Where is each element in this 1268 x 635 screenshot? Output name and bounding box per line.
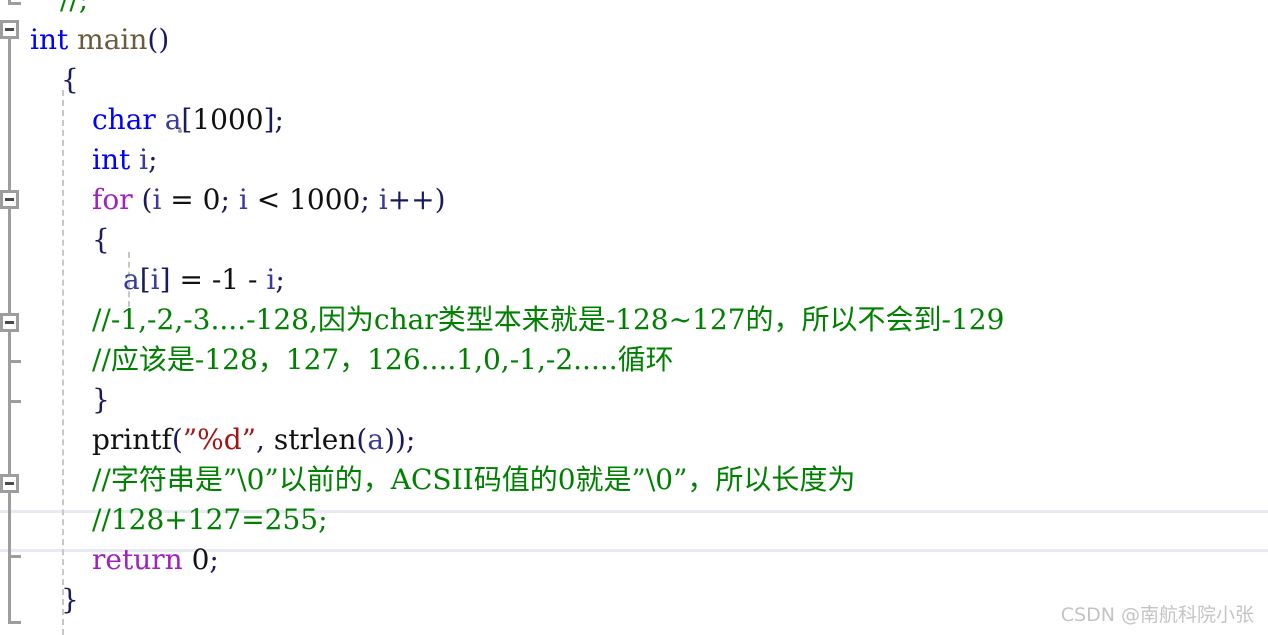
line-printf-token-3: , [256,423,274,456]
line-for-token-1: ( [132,183,153,216]
fold-tick-bottom [8,621,21,624]
line-printf-token-0: printf [92,423,172,456]
line-comment-2[interactable]: //应该是-128，127，126....1,0,-1,-2.....循环 [92,340,674,380]
fold-toggle-for[interactable] [0,190,19,209]
line-comment-4-token-0: //128+127=255; [92,503,328,536]
line-return-token-1 [183,543,192,576]
indent-guide-level-1 [62,90,66,635]
line-int-decl-token-0: int [92,143,131,176]
line-assign-token-3: ] [159,263,171,296]
line-int-decl-token-2: i [139,143,149,176]
line-comment-4[interactable]: //128+127=255; [92,500,328,540]
fold-toggle-comment-block-1[interactable] [0,313,19,332]
line-printf-token-7: )); [384,423,416,456]
line-assign-token-1: [ [139,263,151,296]
fold-toggle-comment-block-2[interactable] [0,474,19,493]
clipped-comment-line: //; [60,0,88,20]
line-for-token-7: < [247,183,290,216]
line-comment-1-token-0: //-1,-2,-3....-128,因为char类型本来就是-128~127的… [92,303,1005,336]
line-main-token-0: int [30,23,69,56]
fold-line-main [8,39,11,190]
line-close-brace-main-token-0: } [61,583,79,616]
line-for[interactable]: for (i = 0; i < 1000; i++) [92,180,446,220]
line-open-brace-main[interactable]: { [61,60,79,100]
line-assign-token-5: -1 [211,263,240,296]
line-assign-token-6: - [239,263,267,296]
line-char-decl-token-6: ; [274,103,284,136]
line-close-brace-main[interactable]: } [61,580,79,620]
line-printf-token-2: ”%d” [182,423,257,456]
line-assign-token-0: a [123,263,140,296]
line-return[interactable]: return 0; [92,540,219,580]
fold-tick-top [8,2,21,5]
line-char-decl-token-0: char [92,103,156,136]
line-printf-token-6: a [367,423,385,456]
fold-line-for [8,209,11,313]
line-comment-3-token-0: //字符串是”\0”以前的，ACSII码值的0就是”\0”，所以长度为 [92,463,856,496]
line-printf-token-4: strlen [273,423,357,456]
line-for-token-5: ; [220,183,239,216]
line-assign[interactable]: a[i] = -1 - i; [123,260,285,300]
line-for-token-3: = [161,183,203,216]
line-for-token-11: ++) [387,183,446,216]
line-printf-token-5: ( [356,423,368,456]
line-assign-token-7: i [266,263,276,296]
line-int-decl[interactable]: int i; [92,140,158,180]
fold-line-seg-a [8,362,11,400]
line-comment-1[interactable]: //-1,-2,-3....-128,因为char类型本来就是-128~127的… [92,300,1004,340]
code-editor-surface[interactable]: //; int main(){char a[1000];int i;for (i… [0,0,1268,635]
line-open-brace-main-token-0: { [61,63,79,96]
line-for-token-8: 1000 [289,183,361,216]
line-assign-token-2: i [150,263,160,296]
line-main[interactable]: int main() [30,20,169,60]
fold-line-comment-2 [8,493,11,557]
line-char-decl-token-3: [ [181,103,193,136]
line-for-token-4: 0 [202,183,221,216]
line-assign-token-8: ; [275,263,285,296]
line-main-token-3: () [147,23,170,56]
line-open-brace-for-token-0: { [92,223,110,256]
line-for-token-6: i [238,183,248,216]
line-printf-token-1: ( [171,423,183,456]
line-main-token-1 [68,23,77,56]
intellisense-marker-dot[interactable] [178,129,182,133]
line-char-decl-token-5: ] [263,103,275,136]
line-printf[interactable]: printf(”%d”, strlen(a)); [92,420,415,460]
fold-line-seg-c [8,557,11,623]
line-return-token-3: ; [209,543,219,576]
line-int-decl-token-3: ; [148,143,158,176]
line-comment-3[interactable]: //字符串是”\0”以前的，ACSII码值的0就是”\0”，所以长度为 [92,460,855,500]
line-main-token-2: main [77,23,148,56]
line-for-token-10: i [378,183,388,216]
line-comment-2-token-0: //应该是-128，127，126....1,0,-1,-2.....循环 [92,343,674,376]
fold-line-seg-b [8,402,11,474]
line-return-token-0: return [92,543,183,576]
line-for-token-0: for [92,183,133,216]
fold-line-comment-1 [8,332,11,362]
line-char-decl-token-1 [156,103,165,136]
line-char-decl[interactable]: char a[1000]; [92,100,284,140]
fold-toggle-main[interactable] [0,20,19,39]
line-assign-token-4: = [170,263,212,296]
line-close-brace-for[interactable]: } [92,380,110,420]
line-open-brace-for[interactable]: { [92,220,110,260]
line-for-token-9: ; [360,183,379,216]
watermark-label: CSDN @南航科院小张 [1060,604,1254,626]
line-char-decl-token-4: 1000 [192,103,264,136]
outlining-gutter[interactable] [0,0,26,635]
line-close-brace-for-token-0: } [92,383,110,416]
line-int-decl-token-1 [130,143,139,176]
line-return-token-2: 0 [191,543,210,576]
